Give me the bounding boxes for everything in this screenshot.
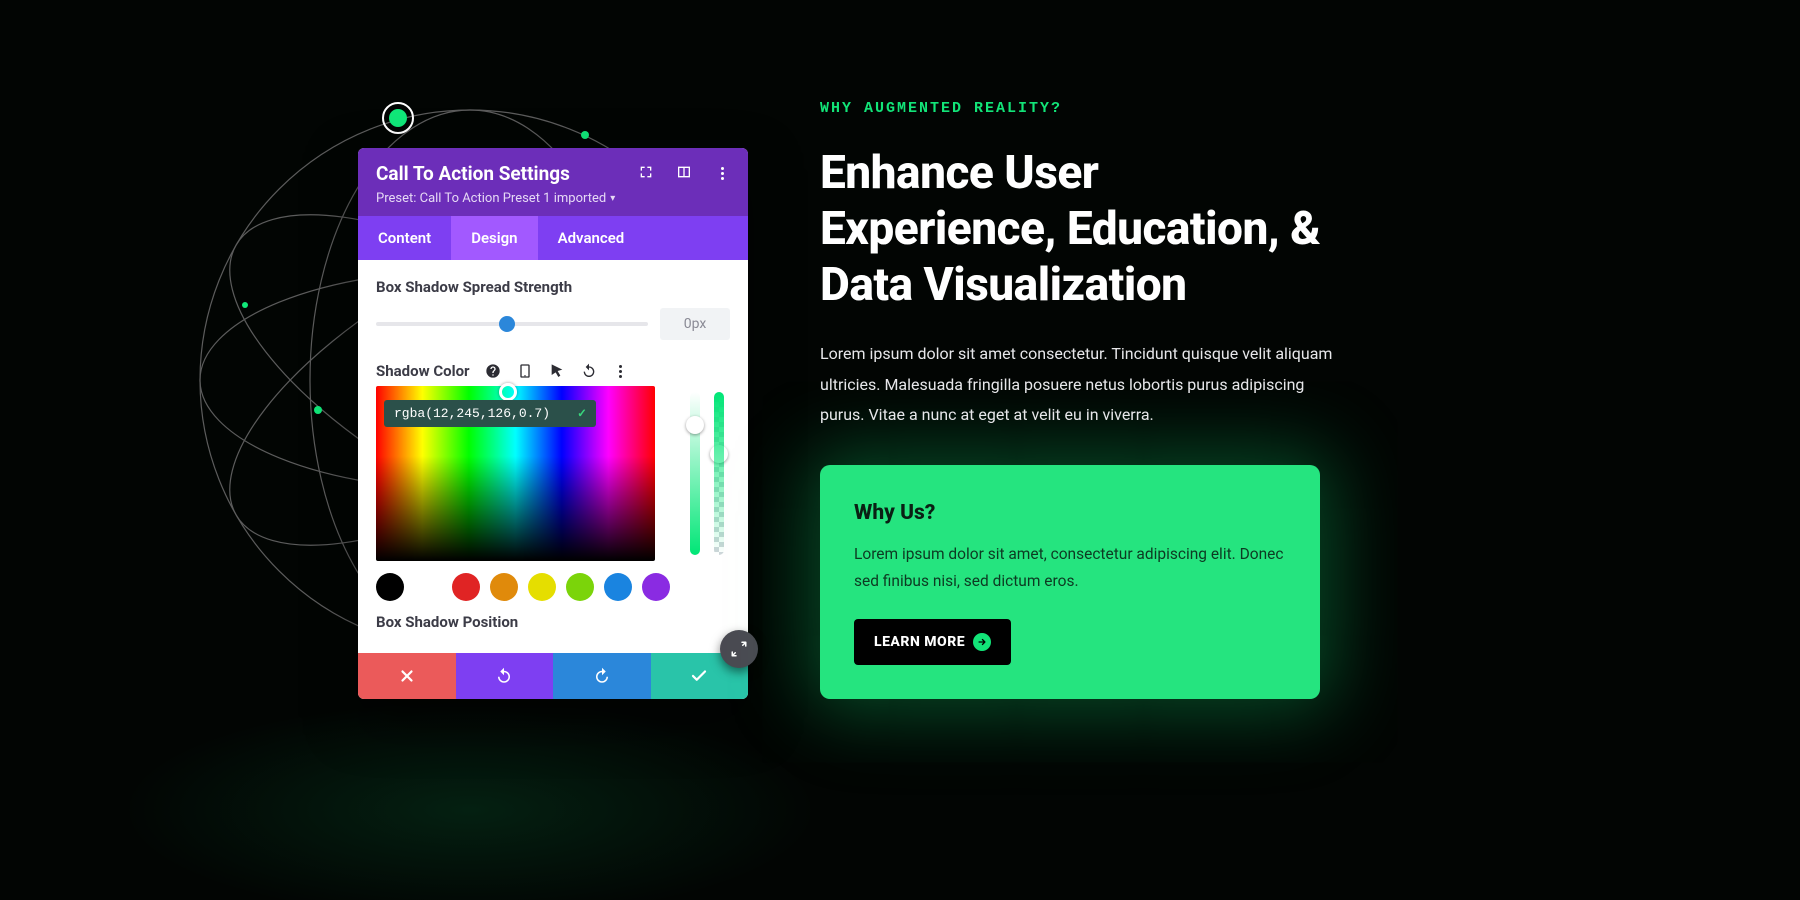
preset-dropdown[interactable]: Preset: Call To Action Preset 1 imported…: [376, 191, 730, 206]
device-icon[interactable]: [516, 362, 534, 380]
panel-title: Call To Action Settings: [376, 162, 570, 185]
undo-icon[interactable]: [580, 362, 598, 380]
columns-icon[interactable]: [676, 164, 692, 184]
slider-thumb[interactable]: [499, 316, 515, 332]
panel-footer: [358, 653, 748, 699]
swatch-purple[interactable]: [642, 573, 670, 601]
hue-thumb[interactable]: [686, 416, 704, 434]
confirm-color-icon[interactable]: ✓: [578, 406, 586, 421]
spread-strength-value[interactable]: 0px: [660, 308, 730, 340]
more-options-icon[interactable]: [612, 362, 630, 380]
swatch-black[interactable]: [376, 573, 404, 601]
arrow-right-icon: [973, 633, 991, 651]
swatch-red[interactable]: [452, 573, 480, 601]
color-picker[interactable]: rgba(12,245,126,0.7) ✓: [376, 386, 730, 561]
settings-panel: Call To Action Settings Preset: Call To …: [358, 148, 748, 699]
learn-more-button[interactable]: LEARN MORE: [854, 619, 1011, 665]
expand-button[interactable]: [720, 630, 758, 668]
learn-more-label: LEARN MORE: [874, 634, 965, 650]
cursor-icon[interactable]: [548, 362, 566, 380]
hue-slider[interactable]: [690, 392, 700, 555]
spread-strength-slider[interactable]: [376, 322, 648, 326]
alpha-thumb[interactable]: [710, 445, 728, 463]
fullscreen-icon[interactable]: [638, 164, 654, 184]
headline: Enhance User Experience, Education, & Da…: [820, 145, 1340, 313]
color-cursor[interactable]: [499, 383, 517, 401]
tab-advanced[interactable]: Advanced: [538, 216, 645, 260]
panel-tabs: Content Design Advanced: [358, 216, 748, 260]
color-swatches: [376, 569, 730, 613]
swatch-green[interactable]: [566, 573, 594, 601]
cta-card: Why Us? Lorem ipsum dolor sit amet, cons…: [820, 465, 1320, 699]
floor-glow: [120, 700, 820, 900]
tab-design[interactable]: Design: [451, 216, 537, 260]
caret-down-icon: ▾: [610, 193, 615, 204]
eyebrow-text: WHY AUGMENTED REALITY?: [820, 100, 1340, 117]
lead-paragraph: Lorem ipsum dolor sit amet consectetur. …: [820, 339, 1340, 430]
cancel-button[interactable]: [358, 653, 456, 699]
content-column: WHY AUGMENTED REALITY? Enhance User Expe…: [820, 100, 1340, 699]
alpha-slider[interactable]: [714, 392, 724, 555]
swatch-blue[interactable]: [604, 573, 632, 601]
panel-header: Call To Action Settings Preset: Call To …: [358, 148, 748, 216]
swatch-orange[interactable]: [490, 573, 518, 601]
swatch-white[interactable]: [414, 573, 442, 601]
swatch-yellow[interactable]: [528, 573, 556, 601]
shadow-color-label: Shadow Color: [376, 362, 470, 380]
shadow-position-label: Box Shadow Position: [376, 613, 730, 631]
spread-strength-label: Box Shadow Spread Strength: [376, 278, 730, 296]
preset-label: Preset: Call To Action Preset 1 imported: [376, 191, 606, 206]
card-body: Lorem ipsum dolor sit amet, consectetur …: [854, 541, 1286, 595]
more-icon[interactable]: [714, 166, 730, 182]
tab-content[interactable]: Content: [358, 216, 451, 260]
redo-button[interactable]: [553, 653, 651, 699]
card-title: Why Us?: [854, 501, 1286, 525]
undo-button[interactable]: [456, 653, 554, 699]
color-value-input[interactable]: rgba(12,245,126,0.7) ✓: [384, 400, 596, 427]
color-value-text: rgba(12,245,126,0.7): [394, 406, 550, 421]
help-icon[interactable]: [484, 362, 502, 380]
